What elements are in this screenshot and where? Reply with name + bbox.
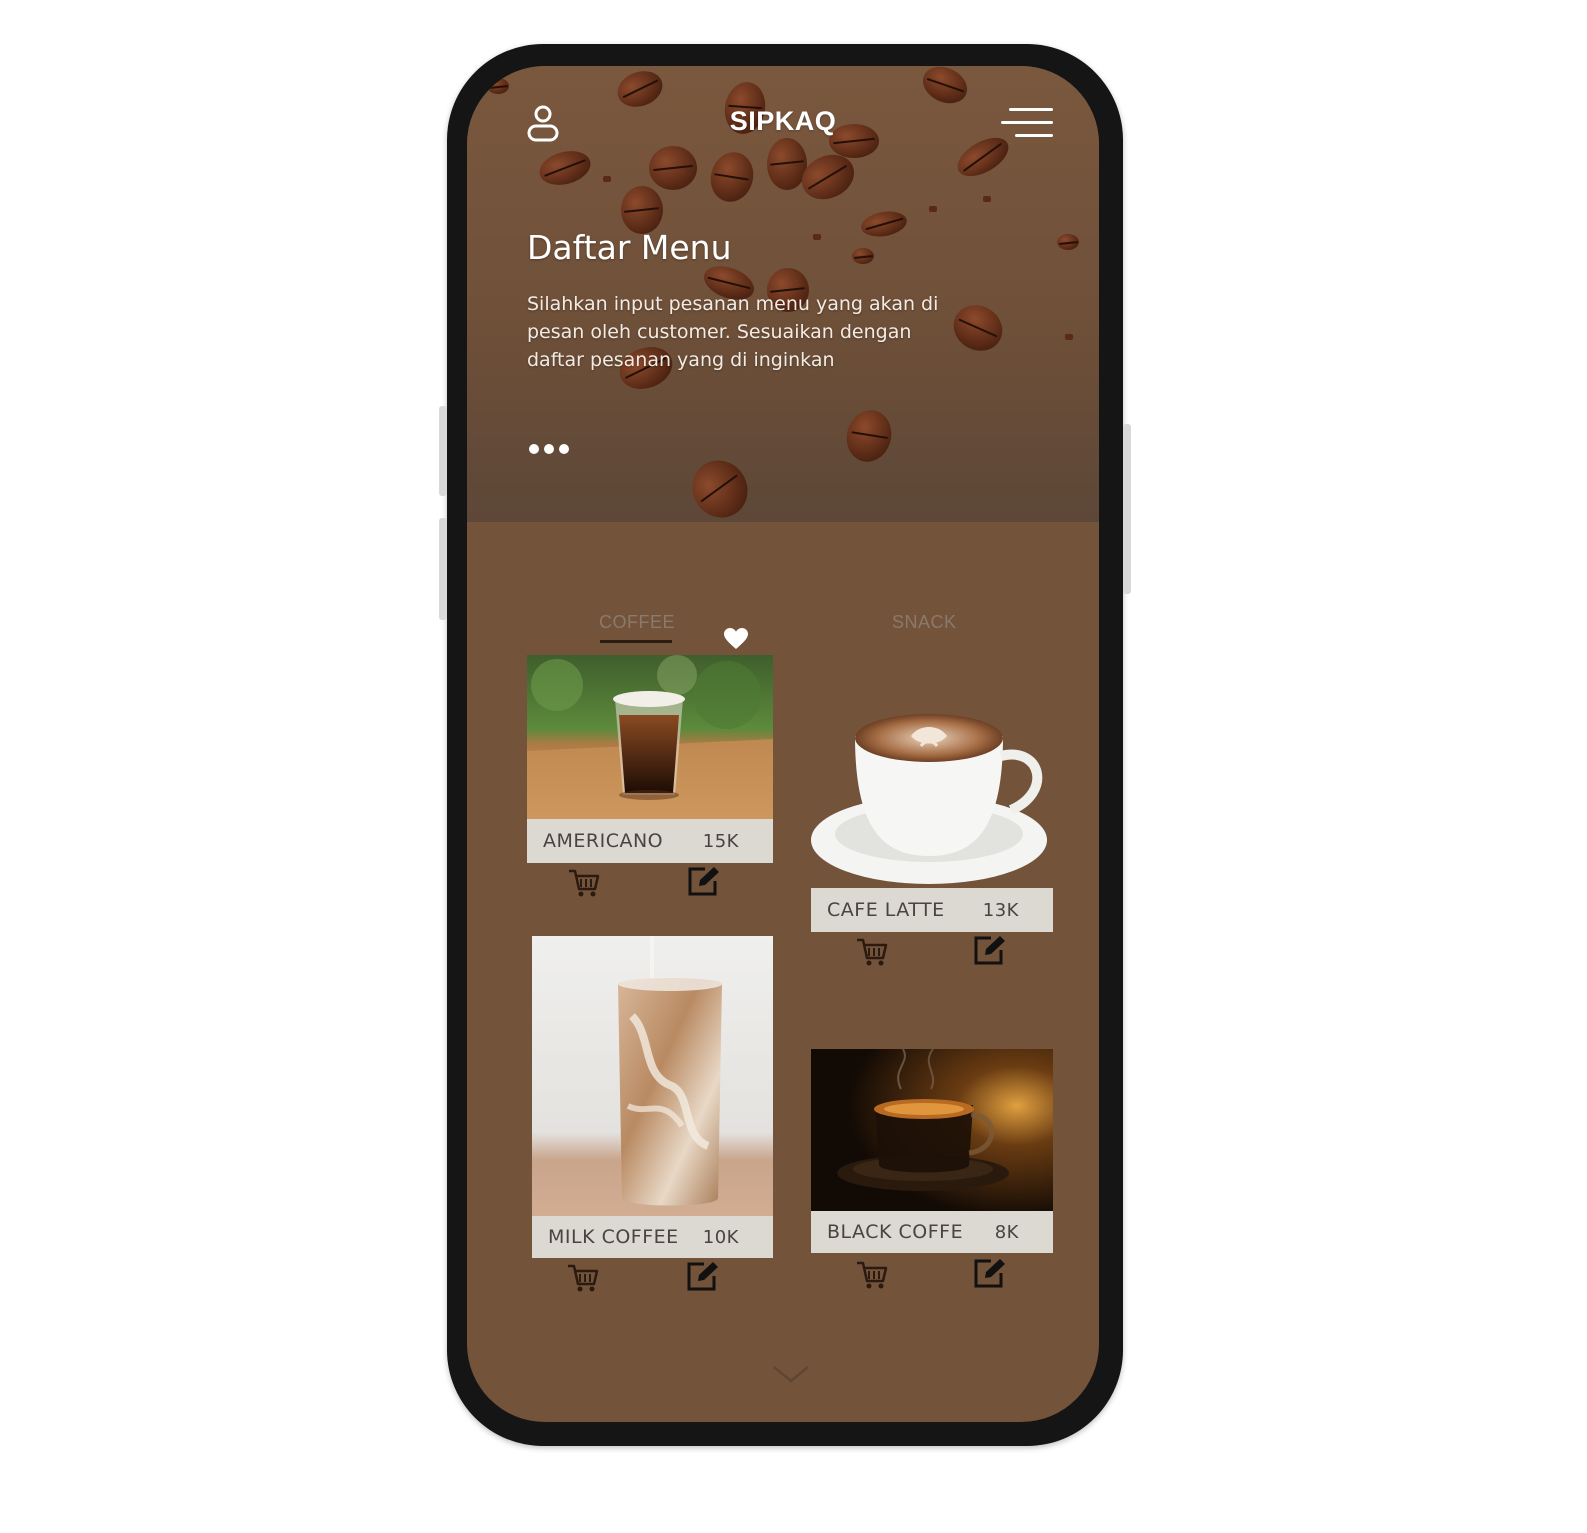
black-coffe-photo — [811, 1049, 1053, 1211]
coffee-bean-decoration — [682, 450, 758, 522]
item-price: 10K — [702, 1226, 739, 1248]
chevron-down-icon[interactable] — [771, 1362, 811, 1386]
menu-card-milk-coffee[interactable]: MILK COFFEE 10K — [532, 936, 773, 1296]
coffee-crumb-decoration — [929, 206, 937, 212]
coffee-bean-decoration — [535, 145, 595, 191]
item-name: AMERICANO — [543, 830, 664, 852]
menu-card-black-coffe[interactable]: BLACK COFFE 8K — [811, 1049, 1053, 1299]
edit-icon[interactable] — [687, 865, 721, 897]
americano-label: AMERICANO 15K — [527, 819, 773, 863]
power-button — [1123, 424, 1131, 594]
edit-icon[interactable] — [686, 1260, 720, 1292]
item-name: BLACK COFFE — [827, 1221, 964, 1243]
americano-photo — [527, 655, 773, 819]
coffee-crumb-decoration — [983, 196, 991, 202]
milk-coffee-photo — [532, 936, 773, 1216]
phone-frame: SIPKAQ Daftar Menu Silahkan input pesana… — [439, 44, 1131, 1446]
cart-icon[interactable] — [566, 1262, 600, 1294]
page-description: Silahkan input pesanan menu yang akan di… — [527, 293, 939, 371]
cart-icon[interactable] — [567, 867, 601, 899]
coffee-bean-decoration — [1057, 234, 1079, 250]
coffee-crumb-decoration — [1065, 334, 1073, 340]
black-coffe-label: BLACK COFFE 8K — [811, 1211, 1053, 1253]
coffee-bean-decoration — [705, 147, 759, 207]
volume-down-button — [439, 518, 447, 620]
coffee-bean-decoration — [487, 78, 509, 94]
milk-coffee-label: MILK COFFEE 10K — [532, 1216, 773, 1258]
edit-icon[interactable] — [973, 934, 1007, 966]
coffee-bean-decoration — [859, 208, 909, 240]
item-price: 8K — [994, 1221, 1019, 1243]
edit-icon[interactable] — [973, 1257, 1007, 1289]
menu-card-americano[interactable]: AMERICANO 15K — [527, 655, 773, 897]
coffee-bean-decoration — [841, 405, 897, 467]
coffee-crumb-decoration — [813, 234, 821, 240]
coffee-bean-decoration — [852, 248, 874, 264]
cafe-latte-label: CAFE LATTE 13K — [811, 888, 1053, 932]
hamburger-menu-icon[interactable] — [1001, 106, 1053, 140]
heart-icon[interactable] — [723, 627, 749, 651]
coffee-bean-decoration — [649, 146, 697, 190]
volume-up-button — [439, 406, 447, 496]
tab-snack[interactable]: SNACK — [892, 612, 957, 633]
item-price: 13K — [982, 899, 1019, 921]
coffee-crumb-decoration — [603, 176, 611, 182]
menu-card-cafe-latte[interactable]: CAFE LATTE 13K — [811, 706, 1053, 968]
coffee-bean-decoration — [916, 66, 974, 111]
cart-icon[interactable] — [855, 1259, 889, 1291]
more-dots-icon[interactable] — [529, 444, 569, 454]
coffee-bean-decoration — [621, 186, 663, 234]
cart-icon[interactable] — [855, 936, 889, 968]
hero-banner: SIPKAQ Daftar Menu Silahkan input pesana… — [467, 66, 1099, 522]
app-screen: SIPKAQ Daftar Menu Silahkan input pesana… — [467, 66, 1099, 1422]
page-title: Daftar Menu — [527, 228, 732, 267]
tab-coffee[interactable]: COFFEE — [599, 612, 675, 633]
item-name: CAFE LATTE — [827, 899, 945, 921]
tab-active-indicator — [600, 640, 672, 643]
cafe-latte-photo — [811, 714, 1047, 884]
item-price: 15K — [702, 830, 739, 852]
item-name: MILK COFFEE — [548, 1226, 679, 1248]
